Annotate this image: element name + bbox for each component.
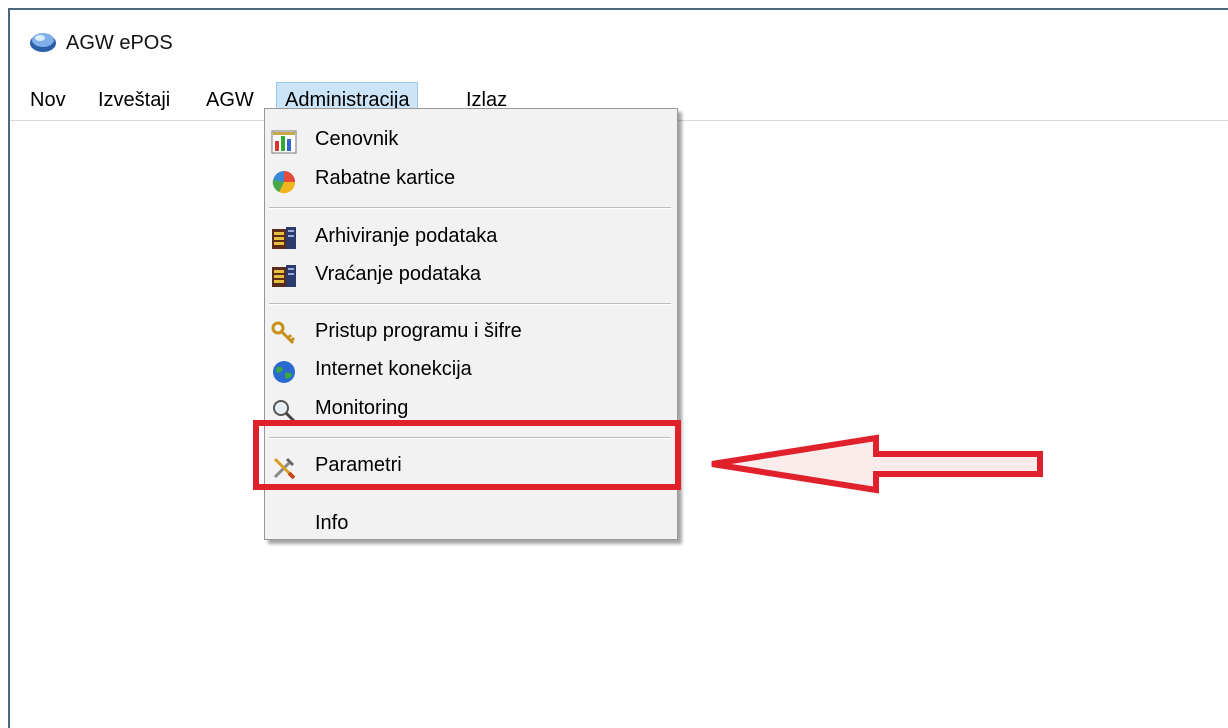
menu-item-pristup-sifre[interactable]: Pristup programu i šifre — [267, 315, 675, 351]
restore-icon — [271, 264, 297, 290]
menu-item-cenovnik[interactable]: Cenovnik — [267, 123, 675, 159]
title-bar: AGW ePOS — [10, 10, 1228, 70]
menu-item-label: Info — [315, 512, 349, 534]
globe-icon — [271, 359, 297, 385]
menu-item-label: Internet konekcija — [315, 358, 472, 380]
menu-item-info[interactable]: Info — [267, 507, 675, 543]
menu-item-label: Monitoring — [315, 397, 409, 419]
menu-item-arhiviranje[interactable]: Arhiviranje podataka — [267, 220, 675, 256]
menu-item-label: Arhiviranje podataka — [315, 225, 498, 247]
menu-item-label: Cenovnik — [315, 128, 399, 150]
archive-icon — [271, 226, 297, 252]
keys-icon — [271, 321, 297, 347]
app-logo-icon — [28, 30, 58, 54]
window-title: AGW ePOS — [66, 32, 173, 54]
menu-item-label: Rabatne kartice — [315, 167, 456, 189]
menu-item-label: Pristup programu i šifre — [315, 320, 522, 342]
discount-cards-icon — [271, 168, 297, 194]
menu-item-internet[interactable]: Internet konekcija — [267, 353, 675, 389]
price-list-icon — [271, 129, 297, 155]
menu-izvestaji[interactable]: Izveštaji — [90, 82, 178, 118]
menu-separator — [269, 207, 671, 209]
menu-nov[interactable]: Nov — [22, 82, 74, 118]
highlight-box — [253, 420, 681, 490]
menu-item-rabatne-kartice[interactable]: Rabatne kartice — [267, 162, 675, 198]
menu-item-label: Vraćanje podataka — [315, 263, 482, 285]
menu-agw[interactable]: AGW — [198, 82, 262, 118]
menu-item-vracanje[interactable]: Vraćanje podataka — [267, 258, 675, 294]
red-arrow-annotation — [711, 434, 1043, 494]
menu-separator — [269, 303, 671, 305]
